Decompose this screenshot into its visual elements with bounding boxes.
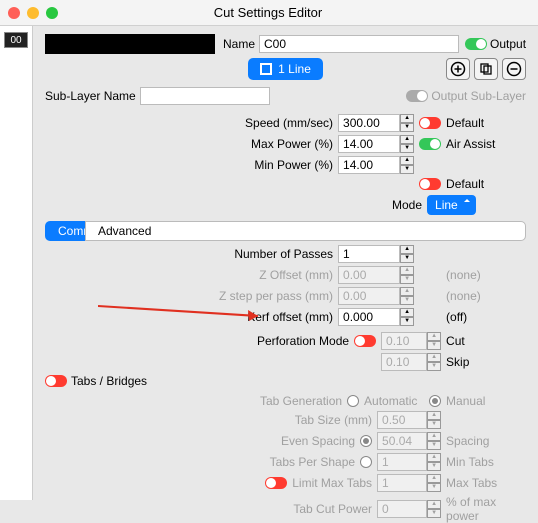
output-sublayer-toggle[interactable] (406, 90, 428, 102)
zstep-label: Z step per pass (mm) (219, 289, 333, 303)
tabcutpower-input (377, 500, 427, 518)
tabcutpower-label: Tab Cut Power (293, 502, 372, 516)
maxtabs-label: Max Tabs (446, 476, 526, 490)
line-icon (260, 63, 272, 75)
zstep-tail: (none) (446, 289, 526, 303)
maxpower-stepper[interactable]: ▲▼ (400, 135, 414, 153)
output-toggle[interactable] (465, 38, 487, 50)
zstep-input (338, 287, 400, 305)
tabspershape-label: Tabs Per Shape (270, 455, 355, 469)
tabgen-label: Tab Generation (260, 394, 342, 408)
zoffset-label: Z Offset (mm) (259, 268, 333, 282)
minpower-stepper[interactable]: ▲▼ (400, 156, 414, 174)
minpower-input[interactable] (338, 156, 400, 174)
mode-select[interactable]: Line (427, 195, 476, 215)
tabsize-label: Tab Size (mm) (295, 413, 372, 427)
perf-skip-label: Skip (446, 355, 526, 369)
sublayer-name-input[interactable] (140, 87, 270, 105)
mintabs-label: Min Tabs (446, 455, 526, 469)
output-label: Output (490, 37, 526, 51)
perf-cut-label: Cut (446, 334, 526, 348)
perf-skip-input (381, 353, 427, 371)
perforation-toggle[interactable] (354, 335, 376, 347)
air-assist-toggle[interactable] (419, 138, 441, 150)
passes-input[interactable] (338, 245, 400, 263)
maxpower-input[interactable] (338, 135, 400, 153)
output-sublayer-label: Output Sub-Layer (431, 89, 526, 103)
kerf-input[interactable] (338, 308, 400, 326)
mode-label: Mode (392, 198, 422, 212)
tabs-label: Tabs / Bridges (71, 374, 147, 388)
evenspacing-tail: Spacing (446, 434, 526, 448)
zoffset-stepper: ▲▼ (400, 266, 414, 284)
tab-advanced[interactable]: Advanced (85, 221, 526, 241)
tabgen-manual-label: Manual (446, 394, 526, 408)
power-default-toggle[interactable] (419, 178, 441, 190)
minpower-label: Min Power (%) (254, 158, 333, 172)
speed-default-toggle[interactable] (419, 117, 441, 129)
tabspershape-input (377, 453, 427, 471)
tabgen-manual-radio (429, 395, 441, 407)
speed-input[interactable] (338, 114, 400, 132)
passes-label: Number of Passes (234, 247, 333, 261)
tabs-toggle[interactable] (45, 375, 67, 387)
kerf-stepper[interactable]: ▲▼ (400, 308, 414, 326)
speed-label: Speed (mm/sec) (245, 116, 333, 130)
layer-swatch-00[interactable]: 00 (4, 32, 28, 48)
kerf-label: Kerf offset (mm) (247, 310, 333, 324)
speed-tail: Default (446, 116, 526, 130)
evenspacing-label: Even Spacing (281, 434, 355, 448)
evenspacing-input (377, 432, 427, 450)
evenspacing-radio (360, 435, 372, 447)
zoffset-input (338, 266, 400, 284)
copy-button[interactable] (474, 58, 498, 80)
zoffset-tail: (none) (446, 268, 526, 282)
window-title: Cut Settings Editor (0, 5, 538, 20)
perforation-label: Perforation Mode (257, 334, 349, 348)
remove-button[interactable] (502, 58, 526, 80)
kerf-tail: (off) (446, 310, 526, 324)
tabgen-auto-radio (347, 395, 359, 407)
power-default-label: Default (446, 177, 526, 191)
zstep-stepper: ▲▼ (400, 287, 414, 305)
tabcutpower-tail: % of max power (446, 495, 526, 523)
limittabs-input (377, 474, 427, 492)
maxpower-label: Max Power (%) (251, 137, 333, 151)
tab-common[interactable]: Common (45, 221, 85, 241)
tabgen-auto-label: Automatic (364, 394, 424, 408)
limittabs-toggle (265, 477, 287, 489)
tab-1-line[interactable]: 1 Line (248, 58, 323, 80)
perf-cut-input (381, 332, 427, 350)
tabsize-input (377, 411, 427, 429)
limittabs-label: Limit Max Tabs (292, 476, 372, 490)
sublayer-name-label: Sub-Layer Name (45, 89, 136, 103)
airassist-label: Air Assist (446, 137, 526, 151)
tabspershape-radio (360, 456, 372, 468)
passes-stepper[interactable]: ▲▼ (400, 245, 414, 263)
speed-stepper[interactable]: ▲▼ (400, 114, 414, 132)
add-button[interactable] (446, 58, 470, 80)
name-label: Name (223, 37, 255, 51)
name-input[interactable] (259, 35, 459, 53)
color-swatch[interactable] (45, 34, 215, 54)
